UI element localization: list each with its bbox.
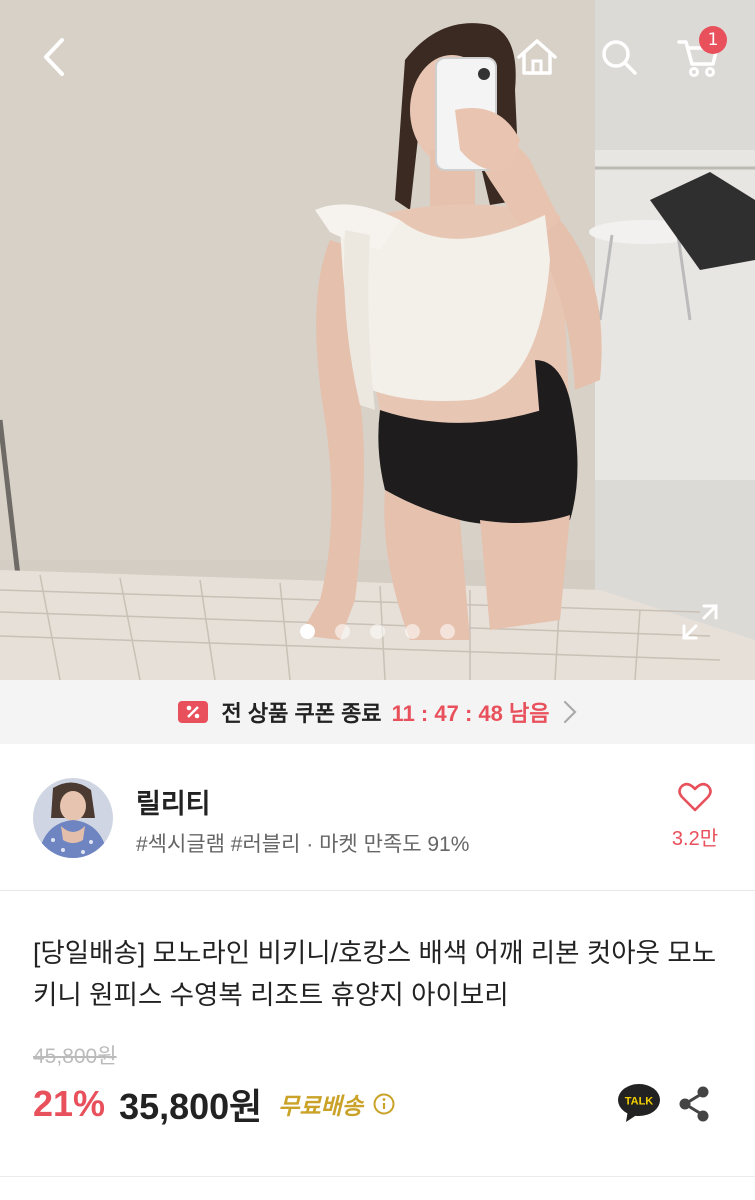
cart-count-badge: 1	[699, 26, 727, 54]
seller-avatar[interactable]	[33, 778, 113, 858]
kakao-talk-button[interactable]: TALK	[616, 1082, 662, 1124]
share-icon	[679, 1086, 709, 1122]
pagination-dot[interactable]	[405, 624, 420, 639]
home-button[interactable]	[514, 34, 560, 80]
price-row: 21% 35,800원 무료배송	[33, 1080, 395, 1128]
coupon-icon	[177, 701, 208, 723]
fullscreen-button[interactable]	[680, 602, 720, 642]
pagination-dot[interactable]	[335, 624, 350, 639]
shipping-badge: 무료배송	[278, 1093, 363, 1119]
like-count: 3.2만	[671, 828, 719, 850]
product-title: [당일배송] 모노라인 비키니/호캉스 배색 어깨 리본 컷아웃 모노키니 원피…	[33, 938, 717, 1010]
gallery-pagination	[300, 624, 455, 639]
heart-icon	[678, 782, 712, 812]
expand-icon	[682, 604, 718, 640]
back-button[interactable]	[32, 34, 78, 80]
search-button[interactable]	[596, 34, 642, 80]
top-navigation-bar: 1	[0, 0, 755, 120]
share-button[interactable]	[676, 1084, 712, 1124]
chevron-left-icon	[44, 38, 64, 76]
kakao-talk-icon: TALK	[618, 1084, 660, 1122]
seller-avatar-image	[33, 778, 113, 858]
coupon-countdown-banner[interactable]: 전 상품 쿠폰 종료 11 : 47 : 48 남음	[0, 680, 755, 744]
pagination-dot[interactable]	[440, 624, 455, 639]
pagination-dot[interactable]	[300, 624, 315, 639]
like-button[interactable]: 3.2만	[660, 782, 730, 862]
seller-tags: #섹시글램 #러블리 · 마켓 만족도 91%	[136, 833, 470, 856]
pagination-dot[interactable]	[370, 624, 385, 639]
coupon-timer: 11 : 47 : 48 남음	[391, 701, 550, 726]
original-price: 45,800원	[33, 1045, 117, 1068]
seller-name[interactable]: 릴리티	[136, 782, 211, 821]
search-icon	[602, 40, 637, 75]
info-icon[interactable]	[373, 1093, 395, 1115]
divider	[0, 1176, 755, 1177]
sale-price: 35,800원	[119, 1086, 263, 1127]
chevron-right-icon	[564, 700, 578, 724]
svg-text:TALK: TALK	[625, 1096, 654, 1108]
product-image-gallery[interactable]: 1	[0, 0, 755, 680]
discount-rate: 21%	[33, 1083, 106, 1124]
seller-section: 릴리티 #섹시글램 #러블리 · 마켓 만족도 91% 3.2만	[0, 744, 755, 891]
home-icon	[517, 39, 557, 75]
coupon-label: 전 상품 쿠폰 종료	[221, 701, 382, 726]
